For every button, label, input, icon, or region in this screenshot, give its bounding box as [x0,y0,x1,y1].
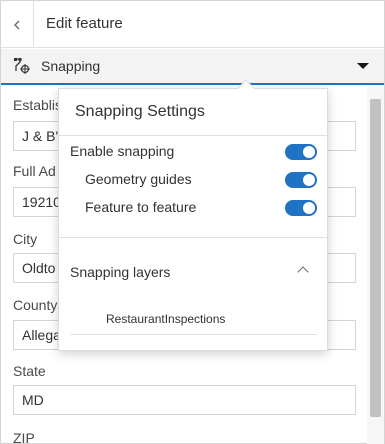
snapping-layers-label: Snapping layers [70,264,171,280]
switch-knob [303,146,315,158]
panel-title: Edit feature [46,15,123,32]
toggle-label: Geometry guides [85,171,192,187]
toggle-row-enable-snapping[interactable]: Enable snapping [59,140,327,164]
snapping-settings-popover: Snapping Settings Enable snapping Geomet… [58,79,328,351]
switch-knob [303,202,315,214]
field-label-establishment: Establis [13,97,63,113]
snapping-layer-item[interactable]: RestaurantInspections [106,312,225,326]
field-label-full-address: Full Ad [13,163,56,179]
back-button[interactable] [1,1,34,48]
geometry-guides-switch[interactable] [285,172,317,188]
chevron-left-icon [14,20,20,29]
snapping-label: Snapping [41,58,101,74]
divider [59,135,327,136]
field-label-county: County [13,297,58,313]
edit-feature-panel: Edit feature Snapping Establis J & B' Fu… [0,0,385,444]
field-label-state: State [13,363,46,379]
popover-title: Snapping Settings [75,103,205,120]
caret-down-icon [357,63,369,69]
scrollbar-thumb[interactable] [370,99,381,417]
field-label-city: City [13,231,38,247]
panel-header: Edit feature [1,1,384,48]
snapping-dropdown[interactable]: Snapping [1,49,384,85]
toggle-row-feature-to-feature[interactable]: Feature to feature [59,196,327,220]
field-label-zip: ZIP [13,430,35,444]
toggle-row-geometry-guides[interactable]: Geometry guides [59,168,327,192]
divider [70,334,317,335]
enable-snapping-switch[interactable] [285,144,317,160]
switch-knob [303,174,315,186]
field-input-state[interactable]: MD [13,385,356,415]
divider [59,237,327,238]
snapping-icon [14,58,30,74]
snapping-layers-header[interactable]: Snapping layers [59,259,327,287]
toggle-label: Feature to feature [85,199,197,215]
toggle-label: Enable snapping [70,143,175,159]
feature-to-feature-switch[interactable] [285,200,317,216]
chevron-up-icon[interactable] [297,266,309,278]
